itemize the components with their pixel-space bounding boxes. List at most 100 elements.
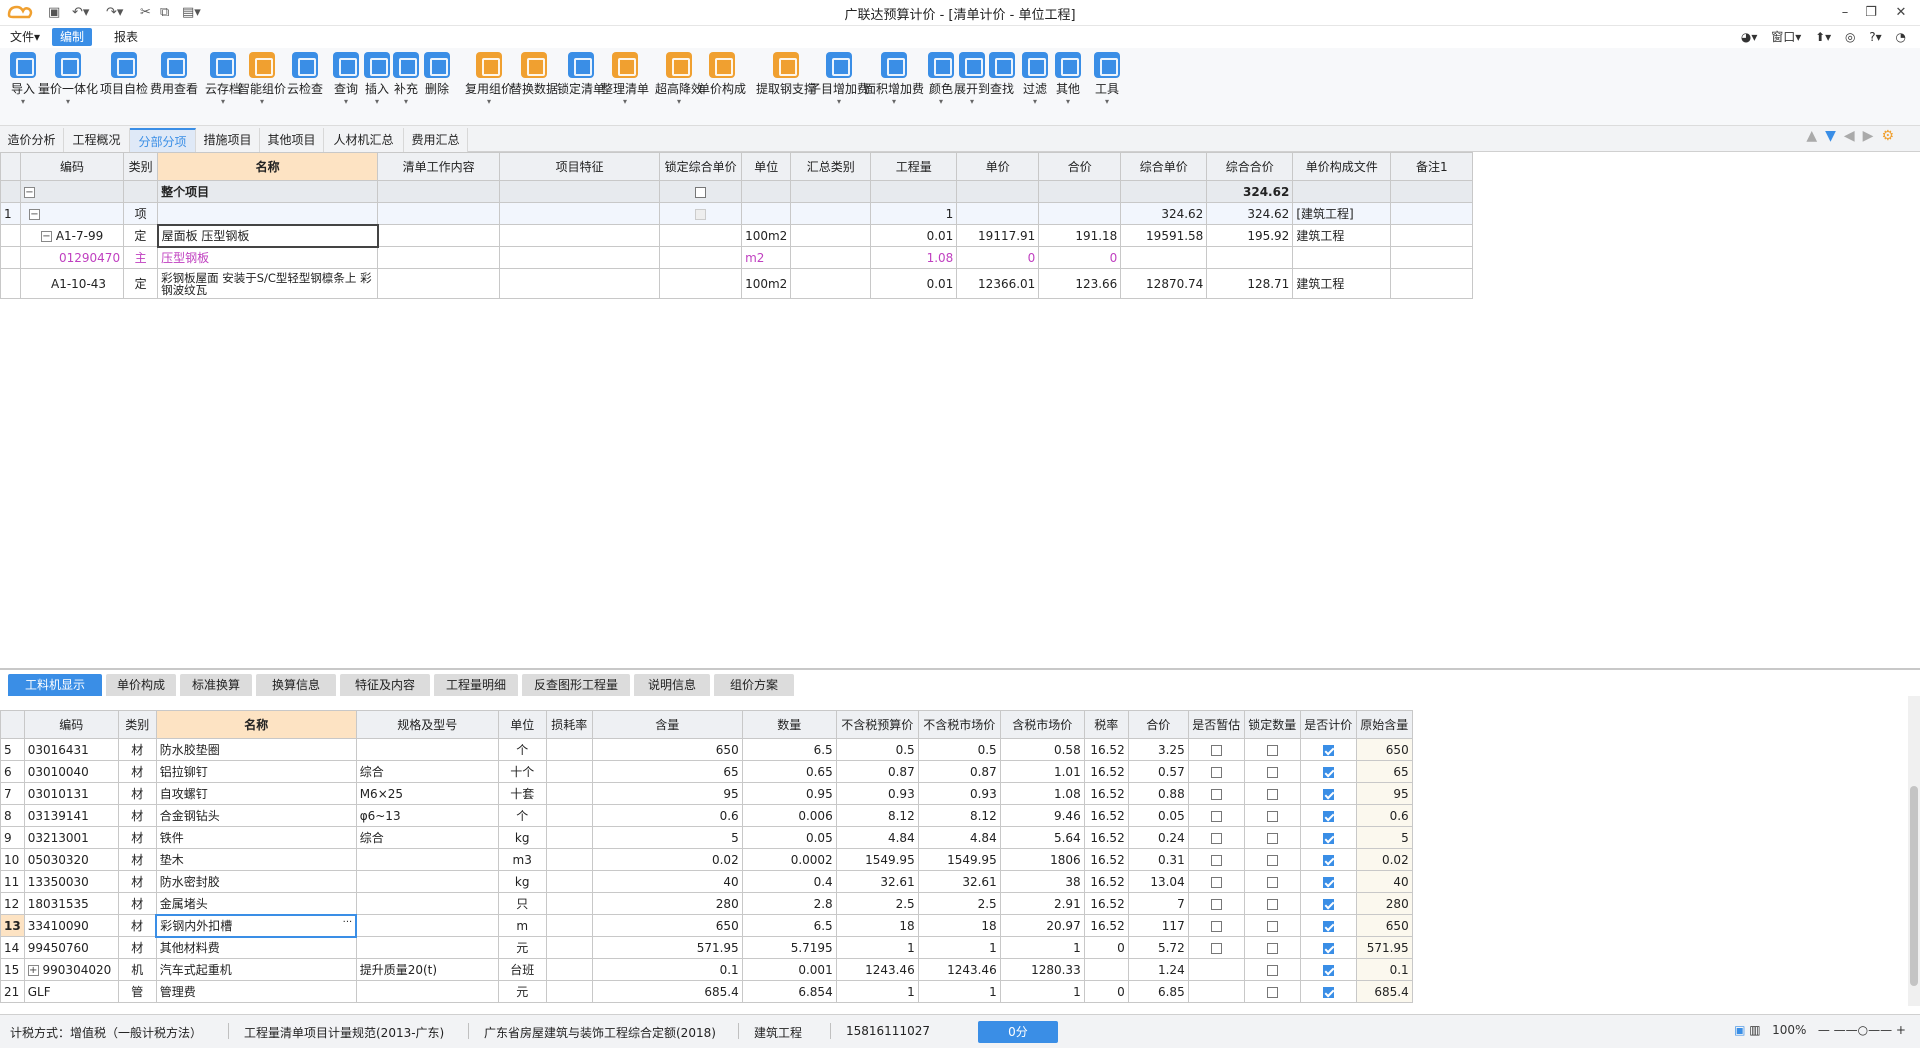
spec-cell[interactable] [355,914,499,937]
detail-tab-3[interactable]: 换算信息 [256,674,336,696]
qty-cell[interactable]: 0.05 [741,826,837,849]
ribbon-sub-item-fee-button[interactable]: 子目增加费 ▾ [809,52,869,120]
estimate-cell[interactable] [1187,738,1245,761]
code-cell[interactable]: A1-10-43 [19,268,125,299]
p1-cell[interactable]: 1 [835,980,919,1003]
ribbon-import-button[interactable]: 导入 ▾ [10,52,36,120]
estimate-cell[interactable] [1187,826,1245,849]
lock-qty-checkbox[interactable] [1266,920,1278,932]
ribbon-area-fee-button[interactable]: 面积增加费 ▾ [864,52,924,120]
estimate-cell[interactable] [1187,936,1245,959]
p3-cell[interactable]: 0.58 [999,738,1085,761]
priced-checkbox[interactable] [1322,810,1334,822]
estimate-checkbox[interactable] [1210,766,1222,778]
price-file-cell[interactable]: 建筑工程 [1292,268,1392,299]
content-cell[interactable]: 95 [591,782,743,805]
priced-cell[interactable] [1299,804,1357,827]
loss-rate-cell[interactable] [545,980,593,1003]
code-cell[interactable]: 01290470 [19,246,125,269]
priced-checkbox[interactable] [1322,788,1334,800]
grid-settings-icon[interactable]: ⚙ [1881,128,1894,144]
ribbon-lock-list-button[interactable]: 锁定清单 [557,52,605,120]
lock-qty-cell[interactable] [1243,914,1301,937]
priced-checkbox[interactable] [1322,876,1334,888]
table-row[interactable]: 13 33410090 材彩钢内外扣槽 ··· m 650 6.5 18 18 20.97 16.5… [0,913,1413,938]
lock-qty-checkbox[interactable] [1266,876,1278,888]
column-header[interactable]: 是否暂估 [1187,710,1245,739]
loss-rate-cell[interactable] [545,738,593,761]
detail-tab-2[interactable]: 标准换算 [180,674,252,696]
name-cell[interactable]: 铝拉铆钉 [155,760,357,783]
name-cell[interactable] [157,202,379,225]
uprice-cell[interactable]: 12870.74 [1120,268,1208,299]
ribbon-quantity-price-button[interactable]: 量价一体化 ▾ [38,52,98,120]
table-row[interactable]: 21 GLF 管管理费元 685.4 6.854 1 1 1 0 6.85 685.4 [0,980,1413,1003]
ribbon-smart-price-button[interactable]: 智能组价 ▾ [238,52,286,120]
qty-cell[interactable]: 0.95 [741,782,837,805]
name-cell[interactable]: 汽车式起重机 [155,958,357,981]
table-row[interactable]: 11 13350030 材防水密封胶 kg 40 0.4 32.61 32.61 38 16.52… [0,870,1413,893]
ribbon-fee-view-button[interactable]: 费用查看 [150,52,198,120]
name-cell[interactable]: 金属堵头 [155,892,357,915]
tab-0[interactable]: 造价分析 [0,128,64,152]
p1-cell[interactable]: 1243.46 [835,958,919,981]
table-row[interactable]: 1− 项 1 324.62 324.62 [建筑工程] [0,202,1474,225]
estimate-checkbox[interactable] [1210,832,1222,844]
lock-qty-cell[interactable] [1243,804,1301,827]
qty-cell[interactable]: 0.4 [741,870,837,893]
column-header[interactable]: 工程量 [870,152,958,181]
tax-cell[interactable]: 16.52 [1083,782,1129,805]
loss-rate-cell[interactable] [545,870,593,893]
content-cell[interactable]: 571.95 [591,936,743,959]
spec-cell[interactable] [355,848,499,871]
zoom-control[interactable]: ▣ ▥ 100% — ——○—— + [1734,1023,1906,1037]
table-row[interactable]: A1-10-43 定彩钢板屋面 安装于S/C型轻型钢檩条上 彩钢波纹瓦 100m2 0… [0,268,1474,299]
uprice-cell[interactable]: 19591.58 [1120,224,1208,247]
lock-qty-checkbox[interactable] [1266,810,1278,822]
code-cell[interactable]: − [19,202,125,225]
ribbon-unit-price-button[interactable]: 单价构成 [698,52,746,120]
price-cell[interactable]: 12366.01 [956,268,1040,299]
estimate-cell[interactable] [1187,760,1245,783]
column-header[interactable]: 清单工作内容 [377,152,501,181]
estimate-cell[interactable] [1187,892,1245,915]
minimize-icon[interactable]: – [1834,3,1856,23]
amount-cell[interactable]: 7 [1127,892,1189,915]
amount-cell[interactable]: 0.57 [1127,760,1189,783]
qty-cell[interactable]: 0.0002 [741,848,837,871]
priced-cell[interactable] [1299,914,1357,937]
column-header[interactable]: 综合单价 [1120,152,1208,181]
vertical-scrollbar[interactable] [1908,696,1920,1006]
content-cell[interactable]: 280 [591,892,743,915]
p3-cell[interactable]: 1.01 [999,760,1085,783]
tax-cell[interactable]: 16.52 [1083,914,1129,937]
tax-cell[interactable]: 0 [1083,936,1129,959]
name-cell[interactable]: 屋面板 压型钢板 [156,223,379,248]
arrow-right-icon[interactable]: ▶ [1863,128,1874,144]
loss-rate-cell[interactable] [545,826,593,849]
uprice-cell[interactable] [1120,246,1208,269]
column-header[interactable]: 备注1 [1390,152,1474,181]
name-cell[interactable]: 垫木 [155,848,357,871]
detail-tab-7[interactable]: 说明信息 [634,674,710,696]
tax-cell[interactable]: 16.52 [1083,804,1129,827]
arrow-left-icon[interactable]: ◀ [1844,128,1855,144]
estimate-cell[interactable] [1187,804,1245,827]
priced-checkbox[interactable] [1322,832,1334,844]
amount-cell[interactable]: 5.72 [1127,936,1189,959]
qty-cell[interactable]: 0.001 [741,958,837,981]
column-header[interactable]: 名称 [155,710,357,739]
p2-cell[interactable]: 1 [917,936,1001,959]
lock-qty-checkbox[interactable] [1266,788,1278,800]
spec-cell[interactable]: 综合 [355,826,499,849]
p2-cell[interactable]: 0.5 [917,738,1001,761]
p3-cell[interactable]: 9.46 [999,804,1085,827]
p2-cell[interactable]: 18 [917,914,1001,937]
table-row[interactable]: 12 18031535 材金属堵头只 280 2.8 2.5 2.5 2.91 16.52 7 28… [0,892,1413,915]
expand-toggle-icon[interactable]: + [27,964,39,976]
estimate-checkbox[interactable] [1210,854,1222,866]
priced-cell[interactable] [1299,738,1357,761]
table-row[interactable]: 01290470 主压型钢板 m2 1.08 0 0 [0,246,1474,269]
priced-cell[interactable] [1299,870,1357,893]
menu-edit[interactable]: 编制 [52,28,93,46]
